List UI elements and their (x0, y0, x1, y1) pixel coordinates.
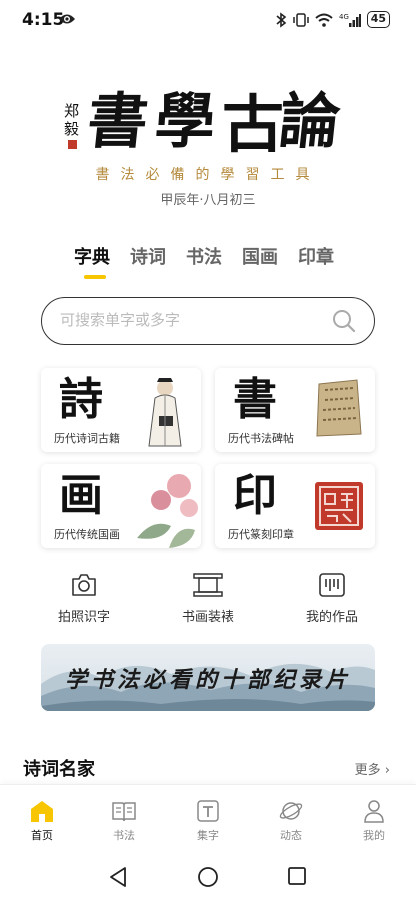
card-seal-carving[interactable]: 印 历代篆刻印章 (215, 464, 375, 548)
card-label: 历代篆刻印章 (228, 528, 294, 541)
nav-feed[interactable]: 动态 (256, 799, 326, 843)
svg-text:學: 學 (153, 87, 218, 157)
svg-text:郑: 郑 (64, 102, 79, 120)
status-icons: 4G 45 (275, 11, 390, 28)
nav-profile[interactable]: 我的 (339, 799, 409, 843)
signature-seal-icon: 郑 毅 (64, 102, 79, 149)
eye-icon (59, 14, 75, 24)
quick-label: 拍照识字 (57, 610, 110, 625)
tab-seal[interactable]: 印章 (298, 243, 334, 269)
search-bar[interactable] (41, 297, 375, 345)
back-icon[interactable] (108, 866, 128, 888)
vibrate-icon (292, 12, 309, 27)
frame-icon (193, 573, 223, 597)
nav-label: 首页 (31, 829, 53, 842)
section-title: 诗词名家 (23, 759, 95, 780)
nav-label: 动态 (280, 829, 302, 842)
card-poetry-classics[interactable]: 詩 历代诗词古籍 (41, 368, 201, 452)
tagline: 書法必備的學習工具 (95, 167, 321, 183)
planet-icon (279, 802, 303, 820)
banner-text: 学书法必看的十部纪录片 (64, 667, 351, 693)
seal-stamp-icon (315, 482, 363, 530)
card-label: 历代书法碑帖 (228, 432, 294, 445)
nav-calligraphy[interactable]: 书法 (89, 799, 159, 843)
card-glyph: 画 (59, 470, 103, 521)
tab-dictionary[interactable]: 字典 (74, 243, 110, 269)
camera-icon (72, 574, 96, 596)
documentary-banner[interactable]: 学书法必看的十部纪录片 (41, 644, 375, 711)
tab-poetry[interactable]: 诗词 (130, 243, 166, 269)
works-icon (319, 573, 345, 597)
svg-text:古: 古 (222, 88, 284, 160)
scholar-figure-icon (148, 378, 182, 447)
category-tabs: 字典 诗词 书法 国画 印章 (74, 243, 334, 269)
stele-rubbing-icon (316, 379, 362, 437)
nav-label: 我的 (363, 829, 385, 842)
card-calligraphy-rubbings[interactable]: 書 历代书法碑帖 (215, 368, 375, 452)
wifi-icon (315, 13, 333, 27)
more-link[interactable]: 更多 › (355, 759, 390, 778)
card-label: 历代诗词古籍 (54, 432, 120, 445)
book-icon (112, 802, 136, 822)
flower-painting-icon (137, 474, 198, 548)
tab-painting[interactable]: 国画 (242, 243, 278, 269)
text-icon (197, 800, 219, 822)
photo-recognize-button[interactable]: 拍照识字 (34, 572, 134, 625)
quick-label: 书画装裱 (181, 610, 234, 625)
hero-logo: 書 學 古 論 郑 毅 書法必備的學習工具 甲辰年·八月初三 (0, 80, 416, 210)
quick-label: 我的作品 (305, 610, 358, 625)
tab-calligraphy[interactable]: 书法 (186, 243, 222, 269)
system-nav-bar (0, 850, 416, 900)
my-works-button[interactable]: 我的作品 (282, 572, 382, 625)
cellular-signal-icon: 4G (339, 13, 361, 27)
home-circle-icon[interactable] (197, 866, 219, 888)
nav-label: 集字 (197, 829, 219, 842)
card-label: 历代传统国画 (54, 528, 120, 541)
card-glyph: 印 (233, 470, 277, 521)
nav-label: 书法 (113, 829, 135, 842)
nav-home[interactable]: 首页 (7, 799, 77, 843)
card-glyph: 詩 (59, 374, 103, 425)
user-icon (364, 800, 384, 823)
status-bar: 4:15 4G 45 (0, 0, 416, 40)
search-input[interactable] (60, 311, 320, 329)
bluetooth-icon (276, 11, 286, 28)
battery-indicator: 45 (366, 11, 390, 28)
card-glyph: 書 (233, 374, 277, 425)
recent-apps-icon[interactable] (287, 866, 307, 886)
bottom-nav: 首页 书法 集字 动态 我的 (0, 784, 416, 850)
svg-text:論: 論 (276, 87, 344, 157)
active-tab-indicator (84, 275, 106, 279)
calligraphy-title-logo: 書 學 古 論 (84, 87, 344, 160)
home-icon (31, 801, 53, 822)
card-traditional-painting[interactable]: 画 历代传统国画 (41, 464, 201, 548)
svg-text:書: 書 (84, 87, 151, 157)
lunar-date: 甲辰年·八月初三 (160, 193, 256, 208)
svg-text:4G: 4G (339, 13, 349, 21)
nav-collect-characters[interactable]: 集字 (173, 799, 243, 843)
svg-text:毅: 毅 (64, 120, 79, 138)
mounting-button[interactable]: 书画装裱 (158, 572, 258, 625)
search-icon[interactable] (332, 309, 356, 333)
